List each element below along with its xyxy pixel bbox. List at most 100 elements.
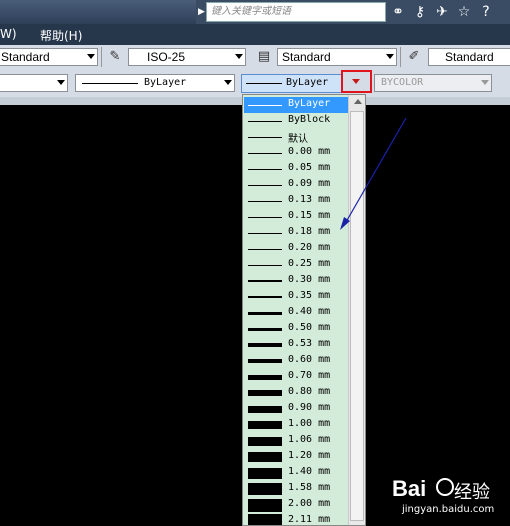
dim-style-combo[interactable]: ISO-25 bbox=[128, 48, 246, 66]
lineweight-item[interactable]: 0.25 mm bbox=[244, 257, 348, 273]
lineweight-value: ByLayer bbox=[286, 77, 329, 88]
lineweight-item-label: 0.40 mm bbox=[288, 306, 331, 317]
lineweight-item[interactable]: 2.11 mm bbox=[244, 513, 348, 525]
lineweight-item[interactable]: 1.06 mm bbox=[244, 433, 348, 449]
lineweight-item[interactable]: 0.60 mm bbox=[244, 353, 348, 369]
lineweight-sample bbox=[248, 265, 282, 266]
multileader-style-combo[interactable]: Standard bbox=[428, 48, 510, 66]
table-style-combo[interactable]: Standard bbox=[277, 48, 397, 66]
text-style-combo[interactable]: Standard bbox=[0, 48, 98, 66]
search-input[interactable]: 键入关键字或短语 bbox=[206, 2, 386, 22]
paw-icon bbox=[436, 478, 454, 496]
toolbar-separator bbox=[400, 47, 401, 67]
lineweight-sample bbox=[248, 514, 282, 525]
linetype-combo[interactable]: ByLayer bbox=[75, 74, 235, 92]
scroll-thumb[interactable] bbox=[350, 111, 364, 521]
lineweight-sample bbox=[248, 483, 282, 495]
lineweight-sample bbox=[246, 83, 282, 84]
lineweight-item-label: 0.50 mm bbox=[288, 322, 331, 333]
lineweight-item-label: 0.00 mm bbox=[288, 146, 331, 157]
plot-style-value: BYCOLOR bbox=[381, 77, 424, 88]
lineweight-item[interactable]: 0.05 mm bbox=[244, 161, 348, 177]
lineweight-sample bbox=[248, 437, 282, 446]
lineweight-sample bbox=[248, 153, 282, 154]
star-icon[interactable]: ☆ bbox=[454, 2, 474, 22]
color-combo[interactable] bbox=[0, 74, 68, 92]
lineweight-item[interactable]: 0.80 mm bbox=[244, 385, 348, 401]
table-style-value: Standard bbox=[282, 50, 331, 64]
menu-item-help[interactable]: 帮助(H) bbox=[40, 27, 82, 44]
lineweight-combo[interactable]: ByLayer bbox=[241, 74, 342, 93]
lineweight-sample bbox=[248, 121, 282, 122]
lineweight-item[interactable]: 0.30 mm bbox=[244, 273, 348, 289]
table-style-icon[interactable]: ▤ bbox=[254, 47, 274, 67]
lineweight-sample bbox=[248, 375, 282, 380]
lineweight-item-label: 1.40 mm bbox=[288, 466, 331, 477]
lineweight-item[interactable]: 1.00 mm bbox=[244, 417, 348, 433]
linetype-sample bbox=[82, 83, 138, 84]
lineweight-item[interactable]: 0.13 mm bbox=[244, 193, 348, 209]
dimension-style-icon[interactable]: ✎ bbox=[105, 47, 125, 67]
lineweight-item-label: 0.30 mm bbox=[288, 274, 331, 285]
lineweight-sample bbox=[248, 233, 282, 234]
lineweight-item-label: 1.20 mm bbox=[288, 450, 331, 461]
lineweight-sample bbox=[248, 406, 282, 413]
menu-bar: W) 帮助(H) bbox=[0, 24, 510, 45]
lineweight-sample bbox=[248, 296, 282, 298]
lineweight-item[interactable]: 0.35 mm bbox=[244, 289, 348, 305]
scrollbar[interactable] bbox=[348, 95, 365, 525]
lineweight-dropdown-list[interactable]: ByLayer ByBlock 默认 0.00 mm 0.05 mm 0.09 mm 0.1… bbox=[242, 94, 366, 526]
scroll-up-icon[interactable] bbox=[354, 99, 362, 104]
lineweight-item-label: 默认 bbox=[288, 134, 308, 145]
lineweight-item-label: 0.53 mm bbox=[288, 338, 331, 349]
chevron-down-icon bbox=[352, 79, 360, 84]
lineweight-dropdown-button[interactable] bbox=[341, 70, 372, 93]
lineweight-item[interactable]: 0.40 mm bbox=[244, 305, 348, 321]
multileader-style-icon[interactable]: ✐ bbox=[404, 47, 424, 67]
lineweight-item-label: ByLayer bbox=[288, 98, 331, 109]
expand-arrow-icon[interactable]: ▶ bbox=[198, 4, 206, 20]
lineweight-item-label: 0.15 mm bbox=[288, 210, 331, 221]
plot-style-combo[interactable]: BYCOLOR bbox=[374, 74, 492, 92]
title-bar: ▶ 键入关键字或短语 ⚭ ⚷ ✈ ☆ ? bbox=[0, 0, 510, 24]
chevron-down-icon bbox=[224, 80, 232, 85]
lineweight-sample bbox=[248, 185, 282, 186]
satellite-icon[interactable]: ✈ bbox=[432, 2, 452, 22]
lineweight-item[interactable]: 0.20 mm bbox=[244, 241, 348, 257]
lineweight-item[interactable]: 1.20 mm bbox=[244, 449, 348, 465]
lineweight-sample bbox=[248, 343, 282, 347]
lineweight-item[interactable]: 0.09 mm bbox=[244, 177, 348, 193]
multileader-style-value: Standard bbox=[445, 50, 494, 64]
lineweight-item[interactable]: ByLayer bbox=[244, 97, 348, 113]
lineweight-item[interactable]: 0.53 mm bbox=[244, 337, 348, 353]
lineweight-sample bbox=[248, 312, 282, 315]
lineweight-item-label: 0.05 mm bbox=[288, 162, 331, 173]
lineweight-sample bbox=[248, 499, 282, 512]
info-center-toolbar: ⚭ ⚷ ✈ ☆ ? bbox=[388, 2, 510, 22]
lineweight-item[interactable]: 1.58 mm bbox=[244, 481, 348, 497]
lineweight-item[interactable]: 默认 bbox=[244, 129, 348, 145]
lineweight-item-label: 0.18 mm bbox=[288, 226, 331, 237]
lineweight-item-label: 0.25 mm bbox=[288, 258, 331, 269]
lineweight-item[interactable]: 0.90 mm bbox=[244, 401, 348, 417]
lineweight-item[interactable]: 0.70 mm bbox=[244, 369, 348, 385]
watermark: Bai 经验 jingyan.baidu.com bbox=[392, 474, 510, 526]
lineweight-item-label: 0.90 mm bbox=[288, 402, 331, 413]
lineweight-item[interactable]: 1.40 mm bbox=[244, 465, 348, 481]
lineweight-item[interactable]: 0.15 mm bbox=[244, 209, 348, 225]
lineweight-item[interactable]: 0.18 mm bbox=[244, 225, 348, 241]
lineweight-item[interactable]: 0.50 mm bbox=[244, 321, 348, 337]
menu-item-window[interactable]: W) bbox=[0, 27, 17, 41]
lineweight-item-label: 1.06 mm bbox=[288, 434, 331, 445]
lineweight-sample bbox=[248, 217, 282, 218]
key-icon[interactable]: ⚷ bbox=[410, 2, 430, 22]
binoculars-icon[interactable]: ⚭ bbox=[388, 2, 408, 22]
lineweight-item[interactable]: 2.00 mm bbox=[244, 497, 348, 513]
lineweight-item[interactable]: ByBlock bbox=[244, 113, 348, 129]
lineweight-item-label: 1.00 mm bbox=[288, 418, 331, 429]
lineweight-item[interactable]: 0.00 mm bbox=[244, 145, 348, 161]
chevron-down-icon bbox=[87, 54, 95, 59]
lineweight-item-label: 2.11 mm bbox=[288, 514, 331, 525]
lineweight-item-label: 0.09 mm bbox=[288, 178, 331, 189]
help-icon[interactable]: ? bbox=[476, 2, 496, 22]
